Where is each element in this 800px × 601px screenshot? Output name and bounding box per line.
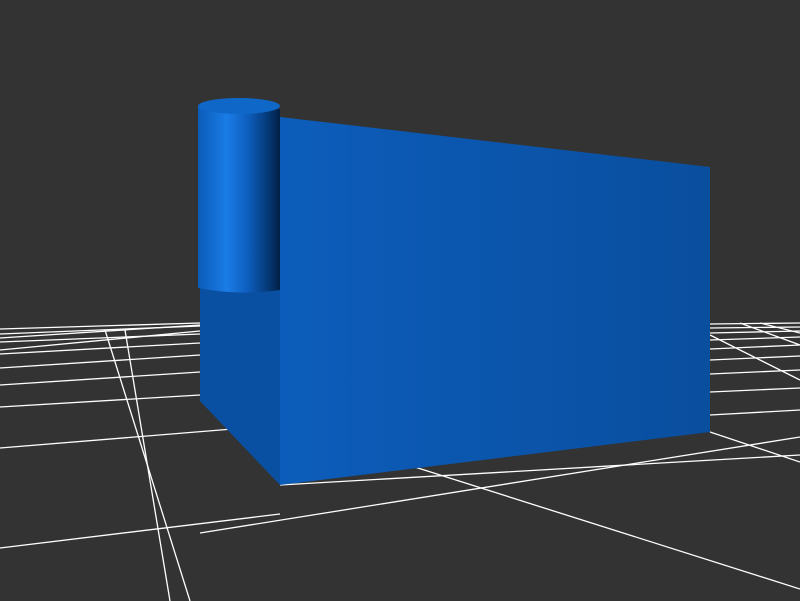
cylinder-top-cap[interactable]: [198, 98, 280, 114]
3d-viewport[interactable]: [0, 0, 800, 601]
scene-canvas[interactable]: [0, 0, 800, 601]
box-front-face[interactable]: [280, 117, 710, 485]
cylinder-body[interactable]: [198, 106, 280, 293]
